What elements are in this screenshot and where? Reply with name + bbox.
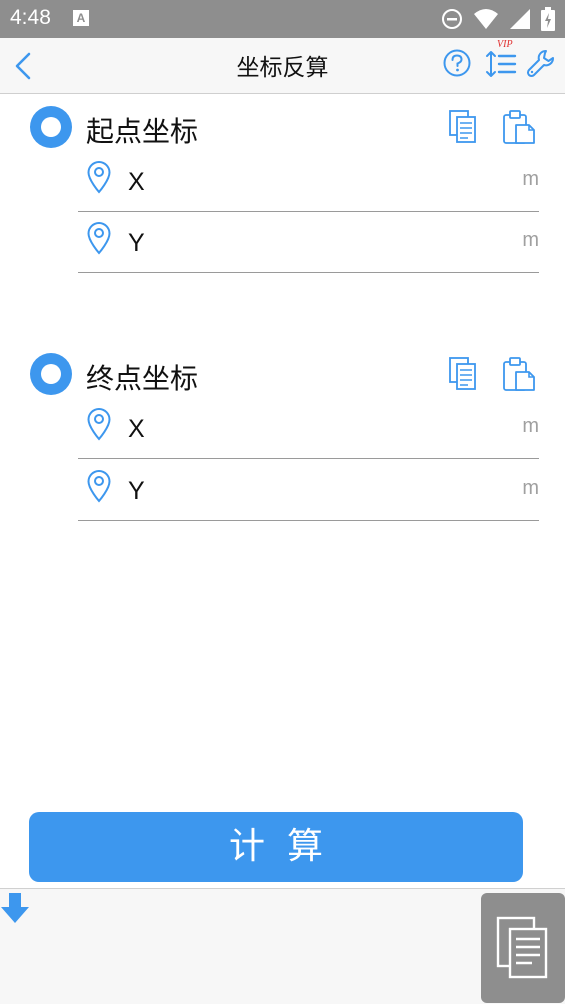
end-x-label: X: [128, 415, 145, 443]
location-pin-icon: [87, 469, 111, 503]
end-x-unit: m: [522, 415, 539, 437]
document-button[interactable]: [481, 893, 565, 1003]
status-time: 4:48: [10, 6, 51, 29]
start-y-label: Y: [128, 229, 145, 257]
arrow-down-icon[interactable]: [0, 891, 30, 925]
end-y-field: Y m: [78, 459, 539, 521]
end-section-title: 终点坐标: [86, 362, 199, 395]
start-y-input[interactable]: [168, 225, 488, 259]
status-bar: 4:48 A: [0, 0, 565, 38]
sort-icon[interactable]: [484, 46, 518, 82]
end-radio-button[interactable]: [30, 353, 72, 395]
start-x-label: X: [128, 168, 145, 196]
battery-charging-icon: [541, 7, 555, 31]
signal-icon: [510, 9, 530, 29]
end-paste-icon[interactable]: [502, 356, 536, 392]
app-toolbar: 坐标反算 VIP: [0, 38, 565, 94]
end-x-field: X m: [78, 397, 539, 459]
status-icons: [441, 6, 555, 32]
wifi-icon: [474, 9, 498, 29]
start-section-title: 起点坐标: [86, 115, 199, 148]
start-copy-icon[interactable]: [448, 109, 478, 145]
start-y-unit: m: [522, 229, 539, 251]
wrench-icon[interactable]: [526, 48, 556, 78]
page-title: 坐标反算: [236, 55, 329, 81]
location-pin-icon: [87, 407, 111, 441]
start-x-unit: m: [522, 168, 539, 190]
location-pin-icon: [87, 221, 111, 255]
notification-a-icon: A: [73, 10, 89, 26]
document-icon: [496, 916, 548, 979]
end-y-unit: m: [522, 477, 539, 499]
end-y-label: Y: [128, 477, 145, 505]
calculate-button[interactable]: 计算: [29, 812, 523, 882]
start-coordinate-header: 起点坐标: [0, 102, 565, 152]
start-y-field: Y m: [78, 211, 539, 273]
start-x-field: X m: [78, 150, 539, 212]
do-not-disturb-icon: [442, 9, 462, 29]
end-copy-icon[interactable]: [448, 356, 478, 392]
start-radio-button[interactable]: [30, 106, 72, 148]
start-x-input[interactable]: [168, 164, 488, 198]
end-coordinate-header: 终点坐标: [0, 349, 565, 399]
start-paste-icon[interactable]: [502, 109, 536, 145]
end-x-input[interactable]: [168, 411, 488, 445]
screen: 4:48 A 坐标反算 VIP 起点坐标 X m Y m 终点坐标 X m Y …: [0, 0, 565, 1004]
end-y-input[interactable]: [168, 473, 488, 507]
help-icon[interactable]: [442, 48, 472, 78]
location-pin-icon: [87, 160, 111, 194]
bottom-panel: [0, 888, 565, 1004]
